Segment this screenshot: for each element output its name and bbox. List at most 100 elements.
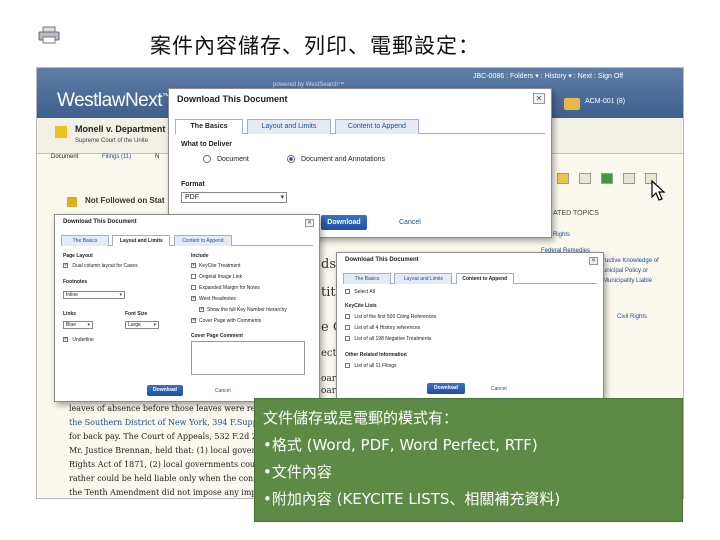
tab-content-to-append[interactable]: Content to Append bbox=[173, 235, 232, 246]
footnotes-select[interactable]: Inline ▾ bbox=[63, 291, 125, 299]
checkbox[interactable] bbox=[345, 314, 350, 320]
links-select[interactable]: Blue ▾ bbox=[63, 321, 93, 329]
background-text: ds bbox=[321, 257, 336, 272]
option-include-item[interactable]: West Headnotes bbox=[191, 295, 236, 302]
cancel-button[interactable]: Cancel bbox=[215, 388, 231, 394]
tab-n[interactable]: N bbox=[155, 154, 159, 160]
checkbox[interactable] bbox=[345, 336, 350, 342]
checkbox[interactable] bbox=[199, 306, 204, 313]
option-keycite-item[interactable]: List of the first 500 Citing References bbox=[345, 314, 436, 320]
callout-line: •文件內容 bbox=[263, 463, 332, 481]
close-icon[interactable]: ✕ bbox=[305, 219, 314, 227]
checkbox[interactable] bbox=[191, 285, 196, 291]
option-include-item[interactable]: Original Image Link bbox=[191, 274, 242, 280]
option-include-item[interactable]: Show the full Key Number hierarchy bbox=[199, 306, 287, 313]
option-document-and-annotations[interactable]: Document and Annotations bbox=[287, 155, 385, 163]
checkbox[interactable] bbox=[191, 317, 196, 324]
dialog-title: Download This Document bbox=[63, 219, 137, 225]
radio-document-and-annotations[interactable] bbox=[287, 155, 295, 163]
footnotes-label: Footnotes bbox=[63, 279, 88, 285]
top-nav[interactable]: JBC-0086 : Folders ▾ : History ▾ : Next … bbox=[473, 72, 623, 80]
checkbox[interactable] bbox=[345, 289, 350, 295]
westlaw-logo[interactable]: WestlawNext™ bbox=[57, 90, 170, 112]
related-topic[interactable]: Civil Rights bbox=[617, 314, 647, 320]
tab-layout-and-limits[interactable]: Layout and Limits bbox=[246, 119, 331, 134]
cancel-button[interactable]: Cancel bbox=[491, 386, 507, 392]
background-text: oar bbox=[321, 386, 337, 396]
close-icon[interactable]: ✕ bbox=[589, 257, 598, 265]
checkbox[interactable] bbox=[191, 262, 196, 269]
background-text: ect bbox=[321, 348, 337, 359]
dialog-title: Download This Document bbox=[345, 257, 419, 263]
callout-line: 文件儲存或是電郵的模式有： bbox=[263, 409, 459, 427]
dialog-tabs: The Basics Layout and Limits Content to … bbox=[61, 235, 313, 246]
option-select-all[interactable]: Select All bbox=[345, 289, 375, 295]
tab-the-basics[interactable]: The Basics bbox=[175, 119, 243, 134]
download-button[interactable]: Download bbox=[147, 385, 183, 396]
folder-icon[interactable] bbox=[564, 98, 580, 110]
tab-layout-and-limits[interactable]: Layout and Limits bbox=[112, 235, 171, 246]
body-line: Rights Act of 1871, (2) local government… bbox=[69, 460, 263, 469]
option-keycite-item[interactable]: List of all 4 History references bbox=[345, 325, 420, 331]
format-label: Format bbox=[181, 181, 205, 188]
related-topics-title: ATED TOPICS bbox=[553, 210, 599, 217]
option-include-item[interactable]: Expanded Margin for Notes bbox=[191, 285, 260, 291]
option-keycite-item[interactable]: List of all 198 Negative Treatments bbox=[345, 336, 431, 342]
download-dialog-layout: Download This Document ✕ The Basics Layo… bbox=[54, 214, 320, 402]
checkbox[interactable] bbox=[345, 325, 350, 331]
chevron-down-icon[interactable] bbox=[623, 173, 636, 184]
option-include-item[interactable]: KeyCite Treatment bbox=[191, 262, 240, 269]
download-button[interactable]: Download bbox=[321, 215, 367, 230]
format-select[interactable]: PDF ▾ bbox=[181, 192, 287, 203]
court-name: Supreme Court of the Unite bbox=[75, 138, 149, 144]
download-icon[interactable] bbox=[601, 173, 614, 184]
related-topic[interactable]: unicipal Policy or bbox=[603, 268, 648, 274]
chevron-down-icon: ▾ bbox=[87, 322, 90, 328]
checkbox[interactable] bbox=[191, 295, 196, 302]
download-button[interactable]: Download bbox=[427, 383, 465, 394]
font-size-select[interactable]: Large ▾ bbox=[125, 321, 159, 329]
checkbox[interactable] bbox=[63, 262, 68, 269]
related-topic[interactable]: ructive Knowledge of bbox=[603, 258, 659, 264]
explanation-callout: 文件儲存或是電郵的模式有： •格式 (Word, PDF, Word Perfe… bbox=[254, 398, 683, 522]
folder-add-icon[interactable] bbox=[579, 173, 592, 184]
close-icon[interactable]: ✕ bbox=[533, 93, 545, 104]
printer-icon bbox=[38, 26, 60, 44]
related-topic[interactable]: Rights bbox=[553, 232, 570, 238]
option-include-item[interactable]: Cover Page with Comments bbox=[191, 317, 261, 324]
tab-the-basics[interactable]: The Basics bbox=[343, 273, 391, 284]
tab-content-to-append[interactable]: Content to Append bbox=[334, 119, 419, 134]
chevron-down-icon: ▾ bbox=[153, 322, 156, 328]
tab-layout-and-limits[interactable]: Layout and Limits bbox=[394, 273, 453, 284]
tab-the-basics[interactable]: The Basics bbox=[61, 235, 109, 246]
checkbox[interactable] bbox=[345, 363, 350, 369]
tab-content-to-append[interactable]: Content to Append bbox=[455, 273, 514, 284]
tab-filings[interactable]: Filings (11) bbox=[102, 154, 131, 160]
links-label: Links bbox=[63, 311, 77, 317]
checkbox[interactable] bbox=[191, 274, 196, 280]
cancel-button[interactable]: Cancel bbox=[399, 219, 421, 226]
callout-line: •附加內容 (KEYCITE LISTS、相關補充資料) bbox=[263, 490, 561, 508]
page-layout-label: Page Layout bbox=[63, 253, 93, 259]
related-topic[interactable]: Municipality Liable bbox=[603, 278, 652, 284]
folder-label[interactable]: ACM-001 (8) bbox=[585, 98, 625, 105]
option-underline[interactable]: Underline bbox=[63, 336, 94, 343]
radio-document[interactable] bbox=[203, 155, 211, 163]
note-icon[interactable] bbox=[557, 173, 569, 184]
flag-icon bbox=[55, 126, 67, 138]
tab-document[interactable]: Document bbox=[51, 154, 78, 160]
cover-comment-textarea[interactable] bbox=[191, 341, 305, 375]
case-title: Monell v. Department bbox=[75, 124, 166, 134]
include-label: Include bbox=[191, 253, 209, 259]
body-line: leaves of absence before those leaves we… bbox=[69, 404, 269, 413]
option-filings[interactable]: List of all 11 Filings bbox=[345, 363, 397, 369]
option-dual-column[interactable]: Dual column layout for Cases bbox=[63, 262, 138, 269]
checkbox[interactable] bbox=[63, 336, 68, 343]
download-dialog-append: Download This Document ✕ The Basics Layo… bbox=[336, 252, 604, 400]
what-to-deliver-label: What to Deliver bbox=[181, 141, 232, 148]
other-info-label: Other Related Information bbox=[345, 352, 407, 358]
body-line: rather could be held liable only when th… bbox=[69, 474, 267, 483]
body-line[interactable]: the Southern District of New York, 394 F… bbox=[69, 418, 260, 427]
dialog-tabs: The Basics Layout and Limits Content to … bbox=[343, 273, 597, 284]
option-document[interactable]: Document bbox=[203, 155, 249, 163]
